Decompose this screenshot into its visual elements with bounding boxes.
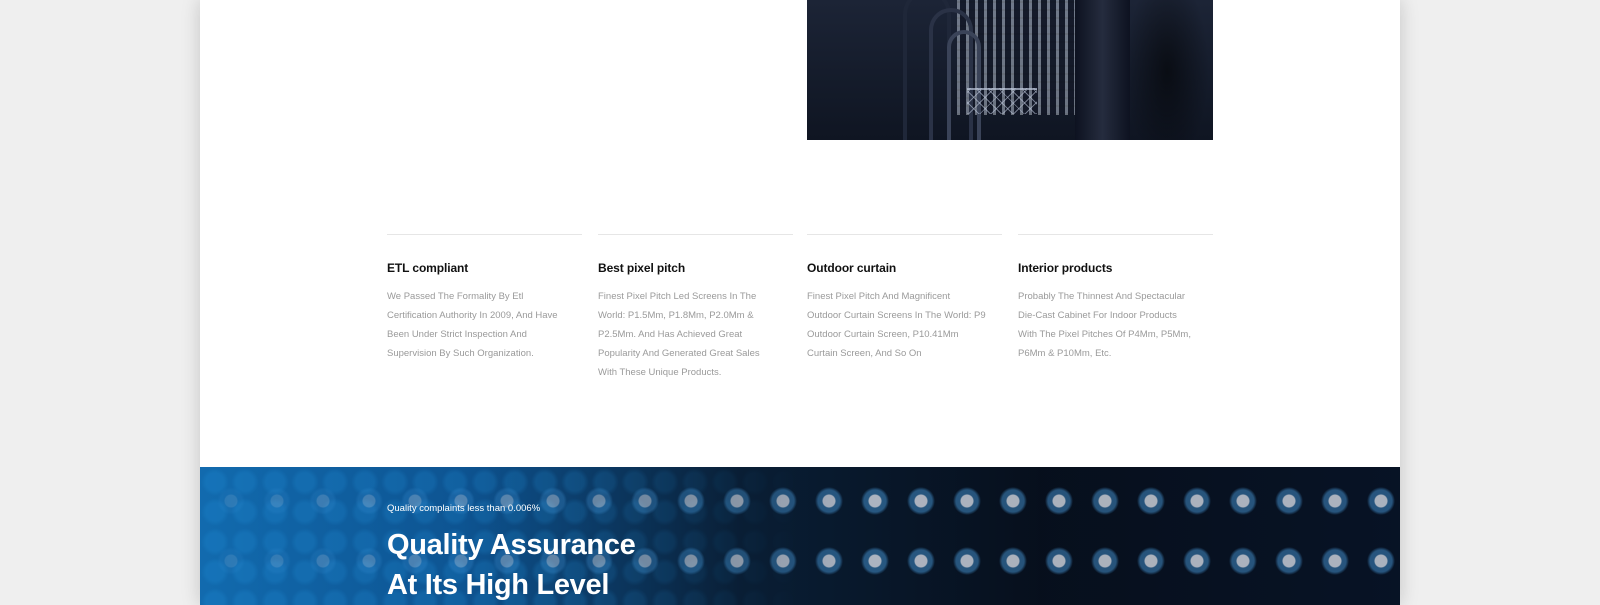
quality-tagline: Quality complaints less than 0.006% (387, 503, 541, 514)
led-display-image (200, 467, 1400, 605)
quality-heading-line1: Quality Assurance (387, 529, 636, 561)
feature-description: Finest Pixel Pitch Led Screens In The Wo… (598, 291, 760, 378)
feature-title: Best pixel pitch (598, 261, 686, 275)
feature-description: Probably The Thinnest And Spectacular Di… (1018, 291, 1191, 359)
features-section: ETL compliant We Passed The Formality By… (387, 234, 1213, 394)
page-container: ETL compliant We Passed The Formality By… (200, 0, 1400, 605)
feature-title: Outdoor curtain (807, 261, 897, 275)
feature-title: ETL compliant (387, 261, 469, 275)
feature-interior-products: Interior products Probably The Thinnest … (1018, 234, 1213, 363)
quality-heading-line2: At Its High Level (387, 569, 610, 601)
quality-banner: Quality complaints less than 0.006% Qual… (200, 467, 1400, 605)
feature-outdoor-curtain: Outdoor curtain Finest Pixel Pitch And M… (807, 234, 1002, 363)
quality-heading: Quality Assurance At Its High Level (387, 525, 636, 605)
feature-description: Finest Pixel Pitch And Magnificent Outdo… (807, 291, 986, 359)
feature-etl-compliant: ETL compliant We Passed The Formality By… (387, 234, 582, 363)
feature-best-pixel-pitch: Best pixel pitch Finest Pixel Pitch Led … (598, 234, 793, 382)
feature-description: We Passed The Formality By Etl Certifica… (387, 291, 558, 359)
feature-title: Interior products (1018, 261, 1113, 275)
building-photo (807, 0, 1213, 140)
